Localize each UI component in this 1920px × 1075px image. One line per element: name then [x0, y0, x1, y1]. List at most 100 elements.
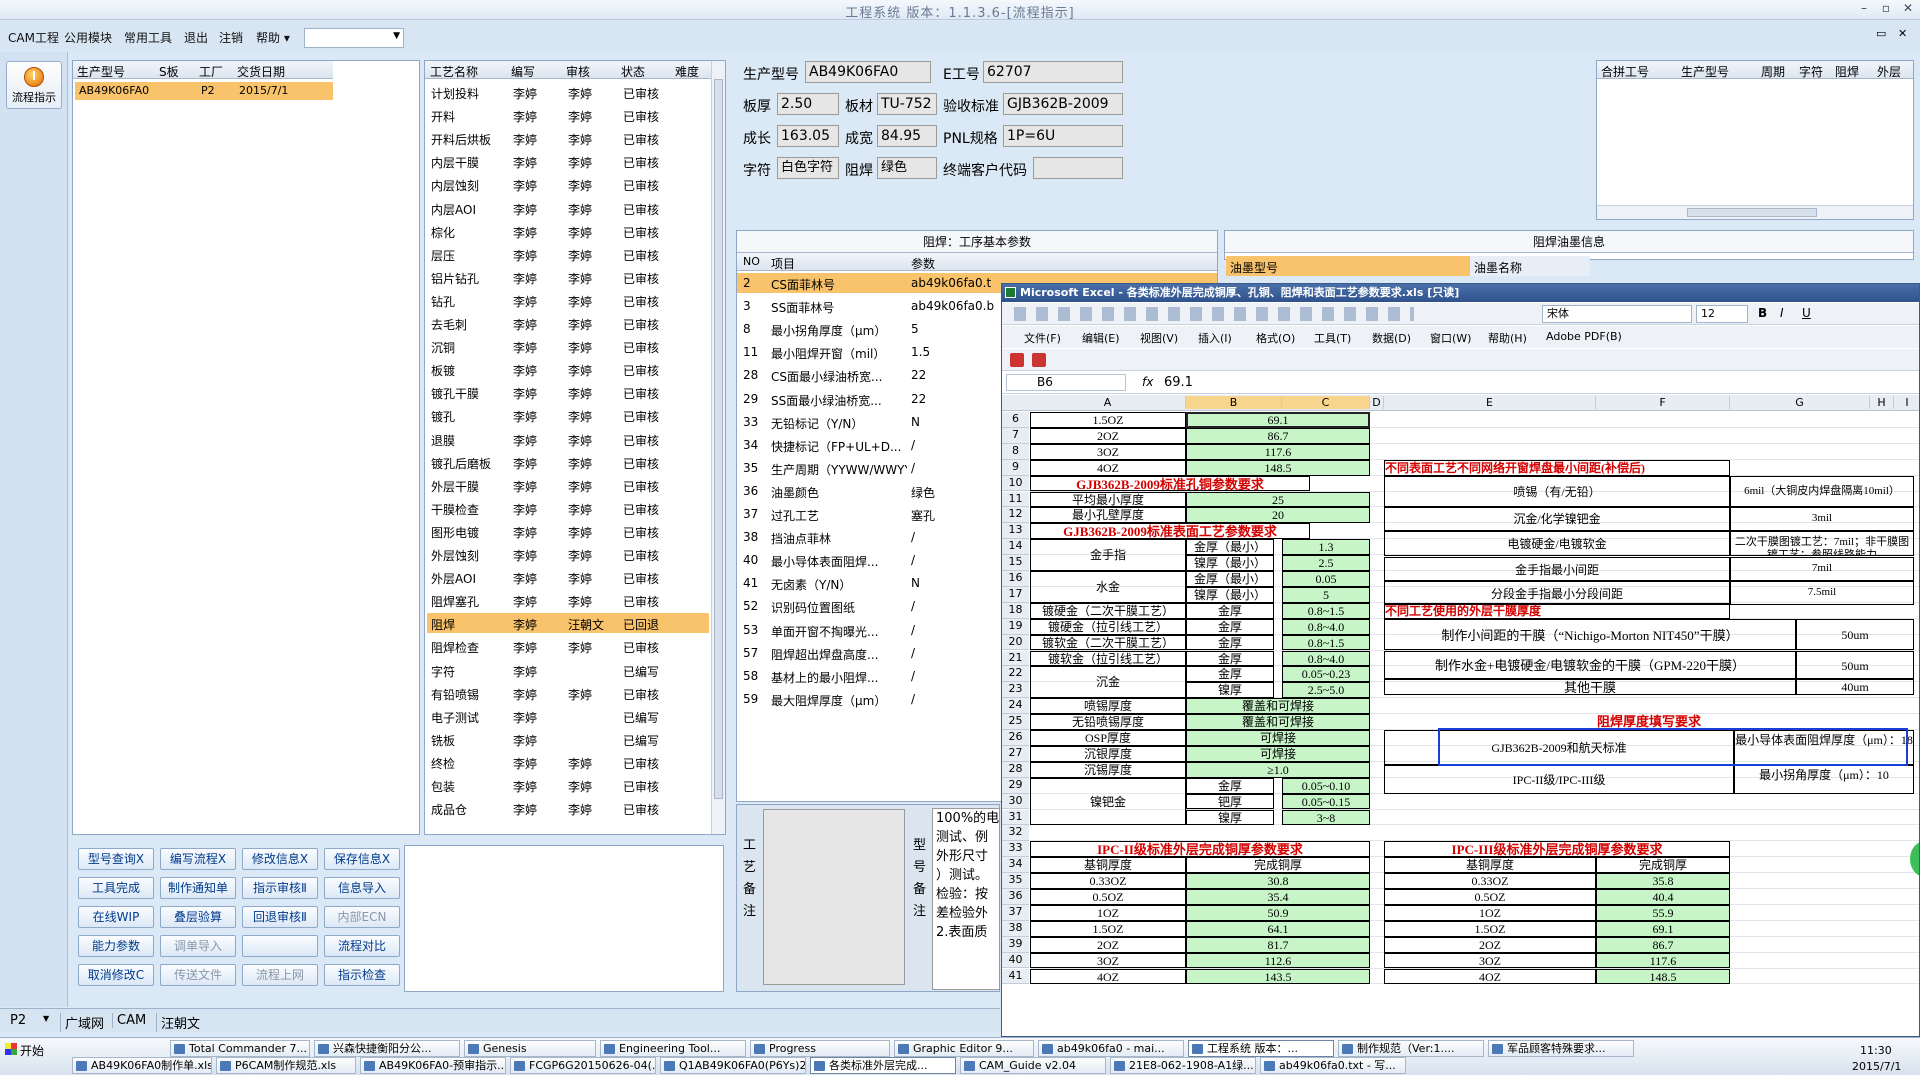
table-row[interactable]: 外层干膜 李婷 李婷 已审核 [427, 475, 709, 495]
table-row[interactable]: 阻焊塞孔 李婷 李婷 已审核 [427, 590, 709, 610]
row-header-20[interactable]: 20 [1002, 634, 1029, 651]
table-row[interactable]: 有铅喷锡 李婷 李婷 已审核 [427, 683, 709, 703]
font-select[interactable]: 宋体 [1542, 305, 1692, 323]
col-header-D[interactable]: D [1370, 396, 1384, 409]
task-item[interactable]: P6CAM制作规范.xls [216, 1057, 356, 1074]
close-icon[interactable]: ✕ [1898, 1, 1918, 15]
bold-icon[interactable]: B [1758, 306, 1767, 320]
table-row[interactable]: 阻焊 李婷 汪朝文 已回退 [427, 613, 709, 634]
col-header-C[interactable]: C [1282, 396, 1370, 409]
task-item[interactable]: AB49K06FA0-预审指示... [360, 1057, 506, 1074]
action-button-0-2[interactable]: 修改信息Ⅹ [242, 848, 318, 870]
maximize-icon[interactable]: ▫ [1876, 1, 1896, 15]
row-header-6[interactable]: 6 [1002, 412, 1029, 428]
clock-time[interactable]: 11:30 [1860, 1044, 1892, 1057]
row-header-41[interactable]: 41 [1002, 968, 1029, 985]
action-button-4-3[interactable]: 指示检查 [324, 964, 400, 986]
row-header-40[interactable]: 40 [1002, 952, 1029, 969]
row-header-36[interactable]: 36 [1002, 889, 1029, 905]
underline-icon[interactable]: U [1802, 306, 1811, 320]
table-row[interactable]: 开料 李婷 李婷 已审核 [427, 105, 709, 125]
task-item[interactable]: ab49k06fa0.txt - 写... [1260, 1057, 1406, 1074]
row-header-25[interactable]: 25 [1002, 714, 1029, 730]
col-model[interactable]: 生产型号 [77, 63, 125, 80]
table-row[interactable]: 开料后烘板 李婷 李婷 已审核 [427, 128, 709, 148]
std-field[interactable]: GJB362B-2009 [1003, 93, 1123, 115]
row-header-23[interactable]: 23 [1002, 682, 1029, 699]
task-item[interactable]: Progress [750, 1040, 890, 1057]
clock-date[interactable]: 2015/7/1 [1852, 1060, 1901, 1073]
action-button-2-0[interactable]: 在线WIP [78, 906, 154, 928]
excel-menu-item[interactable]: 工具(T) [1314, 330, 1351, 346]
excel-menu-item[interactable]: 帮助(H) [1488, 330, 1527, 346]
action-button-3-3[interactable]: 流程对比 [324, 935, 400, 957]
material-field[interactable]: TU-752 [877, 93, 937, 115]
col-mask[interactable]: 阻焊 [1835, 63, 1859, 80]
menu-tools[interactable]: 常用工具 [124, 29, 172, 46]
action-button-0-1[interactable]: 编写流程Ⅹ [160, 848, 236, 870]
table-row[interactable]: 镀孔干膜 李婷 李婷 已审核 [427, 382, 709, 402]
table-row[interactable]: 内层AOI 李婷 李婷 已审核 [427, 198, 709, 218]
col-process[interactable]: 工艺名称 [430, 63, 478, 80]
char-field[interactable]: 白色字符 [777, 157, 839, 179]
row-header-7[interactable]: 7 [1002, 427, 1029, 444]
col-header-H[interactable]: H [1870, 396, 1894, 409]
customer-field[interactable] [1033, 157, 1123, 179]
pnl-field[interactable]: 1P=6U [1003, 125, 1123, 147]
col-char[interactable]: 字符 [1799, 63, 1823, 80]
menu-exit[interactable]: 退出 [184, 29, 208, 46]
restore-icon[interactable]: ▭ [1876, 27, 1886, 40]
table-row[interactable]: 包装 李婷 李婷 已审核 [427, 775, 709, 795]
row-header-34[interactable]: 34 [1002, 857, 1029, 874]
col-header-I[interactable]: I [1894, 396, 1919, 409]
table-row[interactable]: 外层AOI 李婷 李婷 已审核 [427, 567, 709, 587]
table-row[interactable]: 铣板 李婷 已编写 [427, 729, 709, 749]
action-button-2-1[interactable]: 叠层验算 [160, 906, 236, 928]
excel-menu-item[interactable]: 格式(O) [1256, 330, 1295, 346]
table-row[interactable]: 终检 李婷 李婷 已审核 [427, 752, 709, 772]
task-item[interactable]: 21E8-062-1908-A1绿... [1110, 1057, 1256, 1074]
excel-menu-item[interactable]: 文件(F) [1024, 330, 1061, 346]
table-row[interactable]: 钻孔 李婷 李婷 已审核 [427, 290, 709, 310]
ink-col-name[interactable]: 油墨名称 [1470, 256, 1590, 276]
col-no[interactable]: NO [743, 255, 760, 268]
task-item[interactable]: ab49k06fa0 - mai... [1038, 1040, 1184, 1057]
row-header-28[interactable]: 28 [1002, 761, 1029, 778]
row-header-10[interactable]: 10 [1002, 475, 1029, 492]
menu-combo[interactable]: ▼ [304, 28, 404, 48]
action-button-2-3[interactable]: 内部ECN [324, 906, 400, 928]
table-row[interactable]: 阻焊检查 李婷 李婷 已审核 [427, 636, 709, 656]
col-merge-no[interactable]: 合拼工号 [1601, 63, 1649, 80]
size-select[interactable]: 12 [1696, 305, 1748, 323]
child-close-icon[interactable]: ✕ [1898, 27, 1907, 40]
table-row[interactable]: 计划投料 李婷 李婷 已审核 [427, 82, 709, 102]
col-period[interactable]: 周期 [1761, 63, 1785, 80]
col-date[interactable]: 交货日期 [237, 63, 285, 80]
h-scrollbar[interactable] [1597, 205, 1913, 219]
table-row[interactable]: 铝片钻孔 李婷 李婷 已审核 [427, 267, 709, 287]
table-row[interactable]: 板镀 李婷 李婷 已审核 [427, 359, 709, 379]
row-header-11[interactable]: 11 [1002, 491, 1029, 508]
row-header-14[interactable]: 14 [1002, 539, 1029, 556]
table-row[interactable]: 字符 李婷 已编写 [427, 660, 709, 680]
pdf-icon[interactable] [1010, 353, 1024, 367]
task-item[interactable]: Graphic Editor 9... [894, 1040, 1034, 1057]
col-header-A[interactable]: A [1030, 396, 1186, 409]
model-field[interactable]: AB49K06FA0 [805, 61, 931, 83]
col-writer[interactable]: 编写 [511, 63, 535, 80]
col-item[interactable]: 项目 [771, 255, 795, 272]
col-s[interactable]: S板 [159, 63, 179, 80]
action-button-1-0[interactable]: 工具完成 [78, 877, 154, 899]
row-header-21[interactable]: 21 [1002, 650, 1029, 667]
menu-cam[interactable]: CAM工程 [8, 29, 59, 46]
action-button-2-2[interactable]: 回退审核Ⅱ [242, 906, 318, 928]
status-combo[interactable]: P2 [10, 1013, 26, 1028]
tab-cam[interactable]: CAM [112, 1013, 146, 1028]
action-button-1-3[interactable]: 信息导入 [324, 877, 400, 899]
excel-menu-item[interactable]: 数据(D) [1372, 330, 1411, 346]
row-header-30[interactable]: 30 [1002, 793, 1029, 810]
excel-menu-item[interactable]: Adobe PDF(B) [1546, 330, 1622, 343]
col-merge-model[interactable]: 生产型号 [1681, 63, 1729, 80]
row-header-37[interactable]: 37 [1002, 904, 1029, 921]
table-row[interactable]: 外层蚀刻 李婷 李婷 已审核 [427, 544, 709, 564]
